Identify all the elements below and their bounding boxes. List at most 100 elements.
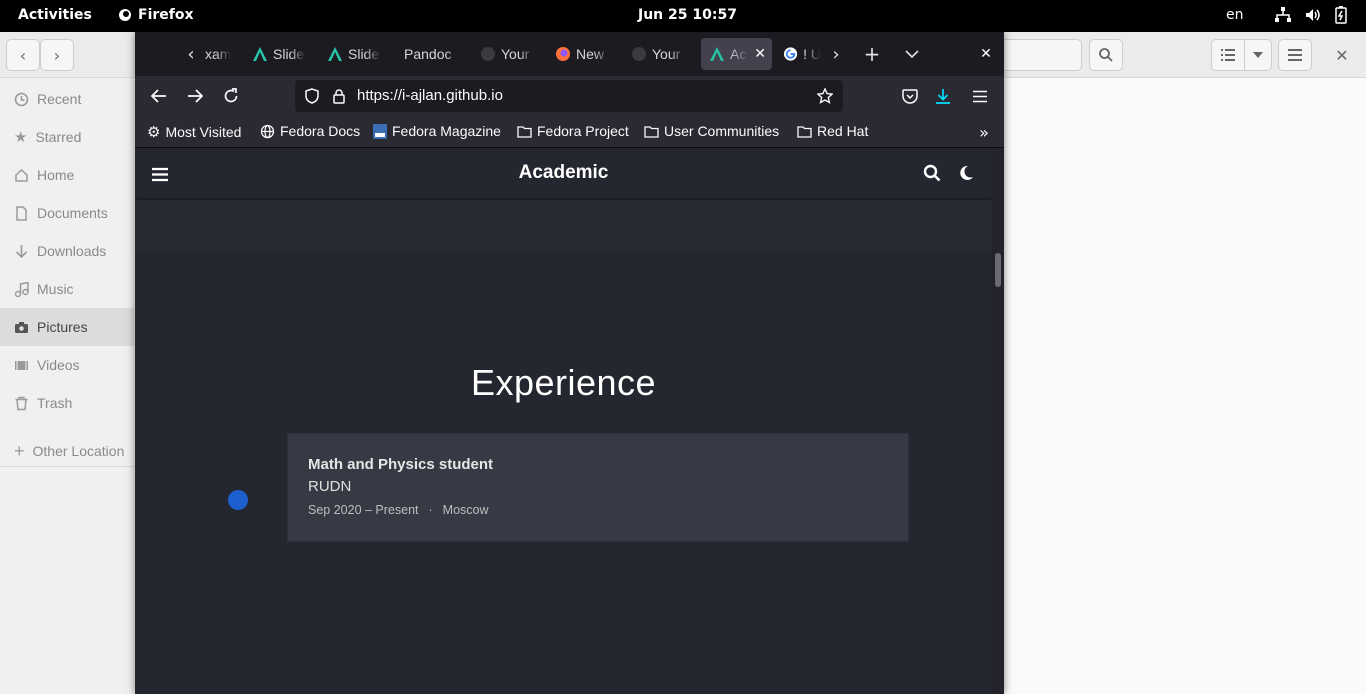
firefox-icon	[119, 9, 131, 21]
sidebar-item-label: Other Location	[32, 443, 125, 459]
tab-7-active[interactable]: Ac ✕	[701, 38, 772, 70]
site-title[interactable]: Academic	[135, 162, 992, 184]
language-indicator[interactable]: en	[1226, 7, 1244, 23]
tracking-protection-icon[interactable]	[303, 87, 321, 105]
url-bar[interactable]: https://i-ajlan.github.io	[295, 80, 843, 112]
music-icon	[14, 281, 29, 297]
tab-8[interactable]: ! U	[783, 38, 821, 70]
site-search-button[interactable]	[921, 162, 943, 184]
close-icon: ✕	[980, 46, 992, 62]
sidebar-item-home[interactable]: Home	[0, 156, 134, 194]
list-view-icon	[1221, 49, 1235, 61]
files-sidebar: Recent ★ Starred Home Documents Download…	[0, 78, 134, 694]
double-chevron-right-icon: »	[979, 122, 989, 142]
bookmark-red-hat[interactable]: Red Hat	[797, 123, 868, 139]
network-icon	[1275, 7, 1291, 22]
sidebar-item-downloads[interactable]: Downloads	[0, 232, 134, 270]
sidebar-item-pictures[interactable]: Pictures	[0, 308, 134, 346]
sidebar-item-trash[interactable]: Trash	[0, 384, 134, 422]
download-icon	[15, 244, 28, 258]
view-options-button[interactable]	[1244, 39, 1272, 71]
new-tab-button[interactable]: +	[860, 42, 884, 66]
search-icon	[923, 164, 941, 182]
bookmark-user-communities[interactable]: User Communities	[644, 123, 779, 139]
experience-role: Math and Physics student	[308, 456, 494, 473]
bookmark-fedora-project[interactable]: Fedora Project	[517, 123, 629, 139]
files-menu-button[interactable]	[1278, 39, 1312, 71]
camera-icon	[15, 321, 28, 333]
app-name: Firefox	[138, 7, 194, 23]
tab-4[interactable]: Your	[480, 38, 535, 70]
moon-icon	[960, 165, 973, 180]
video-icon	[15, 360, 28, 370]
forward-button[interactable]: ›	[40, 39, 74, 71]
firefox-window: ‹ xam Slide Slide Pandoc Your New Your	[135, 32, 1004, 694]
forward-button[interactable]	[183, 84, 207, 108]
sidebar-item-label: Downloads	[37, 243, 107, 259]
bookmark-label: Red Hat	[817, 123, 869, 139]
tab-0[interactable]: xam	[205, 38, 231, 70]
experience-organization[interactable]: RUDN	[308, 478, 351, 495]
arrow-right-icon	[188, 89, 203, 103]
sidebar-item-other-locations[interactable]: + Other Location	[0, 432, 134, 470]
sidebar-item-recent[interactable]: Recent	[0, 80, 134, 118]
tab-6[interactable]: Your	[631, 38, 686, 70]
sidebar-item-label: Pictures	[37, 319, 88, 335]
search-button[interactable]	[1089, 39, 1123, 71]
star-outline-icon	[817, 88, 833, 104]
plus-icon: +	[863, 42, 881, 66]
more-bookmarks-button[interactable]: »	[973, 121, 995, 143]
bookmark-star-button[interactable]	[815, 86, 835, 106]
reload-button[interactable]	[219, 84, 243, 108]
bookmark-most-visited[interactable]: ⚙ Most Visited	[147, 123, 241, 141]
sidebar-item-label: Videos	[37, 357, 80, 373]
path-bar[interactable]	[1004, 39, 1082, 71]
scroll-tabs-left-button[interactable]: ‹	[181, 42, 201, 66]
clock-icon	[14, 92, 29, 106]
activities-button[interactable]: Activities	[18, 7, 92, 23]
download-icon	[936, 89, 950, 104]
scrollbar-thumb[interactable]	[995, 253, 1001, 287]
theme-toggle-button[interactable]	[955, 162, 977, 184]
shield-icon	[305, 88, 319, 104]
close-tab-icon[interactable]: ✕	[754, 45, 766, 62]
site-info-icon[interactable]	[330, 87, 348, 105]
clock[interactable]: Jun 25 10:57	[638, 7, 737, 23]
window-close-button[interactable]: ✕	[975, 42, 997, 66]
tab-1[interactable]: Slide	[252, 38, 306, 70]
tab-2[interactable]: Slide	[327, 38, 381, 70]
page-scrollbar[interactable]	[992, 149, 1004, 694]
bookmark-fedora-docs[interactable]: Fedora Docs	[260, 123, 360, 139]
bookmark-fedora-magazine[interactable]: Fedora Magazine	[373, 123, 501, 139]
app-menu-button[interactable]	[968, 84, 992, 108]
document-icon	[16, 205, 27, 221]
downloads-button[interactable]	[931, 84, 955, 108]
view-list-button[interactable]	[1211, 39, 1245, 71]
back-button[interactable]	[147, 84, 171, 108]
scroll-tabs-right-button[interactable]: ›	[826, 42, 846, 66]
arrow-left-icon	[151, 89, 166, 103]
sidebar-item-starred[interactable]: ★ Starred	[0, 118, 134, 156]
sidebar-item-music[interactable]: Music	[0, 270, 134, 308]
system-tray[interactable]	[1274, 6, 1348, 24]
tab-5[interactable]: New	[555, 38, 610, 70]
site-navbar: Academic	[135, 149, 992, 199]
list-all-tabs-button[interactable]	[900, 42, 924, 66]
star-icon: ★	[14, 129, 28, 146]
chevron-right-icon: ›	[832, 43, 840, 65]
pocket-button[interactable]	[898, 84, 922, 108]
close-icon: ✕	[1335, 45, 1349, 65]
experience-card: Math and Physics student RUDN Sep 2020 –…	[287, 433, 909, 542]
sidebar-item-label: Recent	[37, 91, 82, 107]
app-menu[interactable]: Firefox	[118, 7, 194, 23]
tab-3[interactable]: Pandoc	[404, 38, 462, 70]
navigation-toolbar: https://i-ajlan.github.io	[135, 76, 1004, 116]
sidebar-item-label: Documents	[37, 205, 108, 221]
github-favicon-icon	[632, 47, 646, 61]
bookmark-label: Most Visited	[165, 124, 242, 140]
files-close-button[interactable]: ✕	[1330, 45, 1354, 65]
sidebar-item-videos[interactable]: Videos	[0, 346, 134, 384]
back-button[interactable]: ‹	[6, 39, 40, 71]
hamburger-icon	[973, 90, 987, 102]
sidebar-item-documents[interactable]: Documents	[0, 194, 134, 232]
